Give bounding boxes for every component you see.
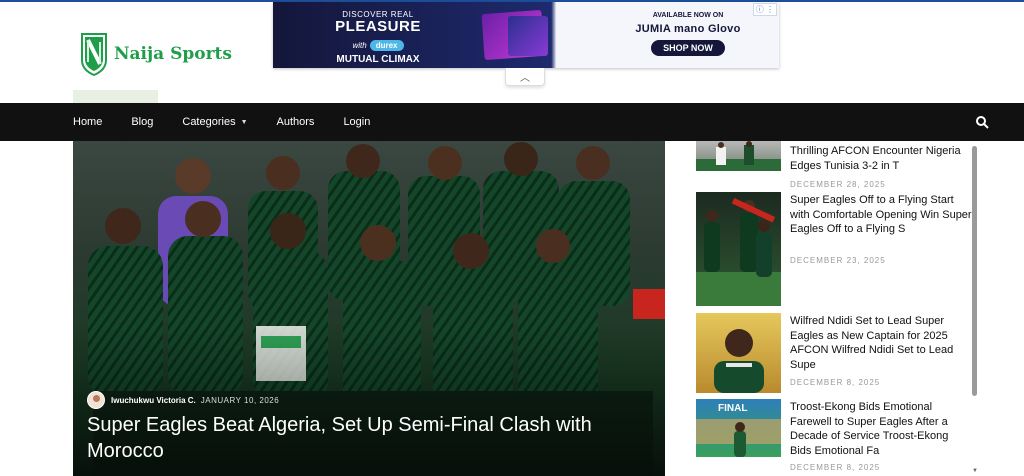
hero-date: JANUARY 10, 2026 [200, 395, 280, 405]
advertisement-banner[interactable]: DISCOVER REAL PLEASURE with durex MUTUAL … [273, 2, 779, 68]
site-name: Naija Sports [114, 44, 232, 64]
sidebar-scrollbar[interactable]: ▼ [971, 141, 979, 476]
ad-left-text: DISCOVER REAL PLEASURE with durex MUTUAL … [313, 10, 443, 65]
sidebar-post-title[interactable]: Super Eagles Off to a Flying Start with … [790, 193, 972, 237]
sidebar-post-title[interactable]: Thrilling AFCON Encounter Nigeria Edges … [790, 144, 972, 173]
featured-article[interactable]: Iwuchukwu Victoria C. JANUARY 10, 2026 S… [73, 141, 665, 476]
scroll-down-arrow-icon[interactable]: ▼ [971, 468, 979, 474]
ad-choices-icon[interactable]: ⓘ ⋮ [752, 3, 777, 16]
sidebar-post-title[interactable]: Troost-Ekong Bids Emotional Farewell to … [790, 400, 972, 458]
sidebar-post-date: DECEMBER 8, 2025 [790, 463, 881, 472]
post-thumbnail[interactable] [696, 313, 781, 393]
post-thumbnail-image: FINAL [696, 403, 781, 457]
thumbnail-final-text: FINAL [718, 403, 747, 414]
nav-item-blog[interactable]: Blog [131, 116, 153, 128]
nav-item-home[interactable]: Home [73, 116, 102, 128]
post-thumbnail[interactable]: FINAL [696, 399, 781, 457]
scrollbar-thumb[interactable] [972, 146, 977, 396]
nav-label: Categories [182, 116, 236, 128]
post-thumbnail[interactable] [696, 192, 781, 306]
ad-collapse-chevron-icon[interactable]: ︿ [505, 68, 545, 86]
ad-with: with [352, 41, 367, 50]
ad-product: MUTUAL CLIMAX [336, 54, 420, 65]
sidebar-post[interactable]: Wilfred Ndidi Set to Lead Super Eagles a… [696, 313, 972, 395]
nav-label: Blog [131, 116, 154, 128]
ad-shop-now-button[interactable]: SHOP NOW [651, 40, 725, 56]
nav-label: Login [343, 116, 371, 128]
nav-item-login[interactable]: Login [343, 116, 370, 128]
sidebar-post[interactable]: Thrilling AFCON Encounter Nigeria Edges … [696, 141, 972, 189]
hero-author[interactable]: Iwuchukwu Victoria C. [111, 396, 196, 405]
nav-item-categories[interactable]: Categories ▼ [182, 116, 247, 128]
ad-product-image-2 [508, 16, 548, 56]
nav-label: Authors [276, 116, 315, 128]
header-accent-tab [73, 90, 158, 103]
hero-title[interactable]: Super Eagles Beat Algeria, Set Up Semi-F… [87, 412, 657, 464]
nav-menu: Home Blog Categories ▼ Authors Login [73, 103, 399, 141]
ad-stores: JUMIA mano Glovo [635, 23, 741, 35]
ad-brand-badge: durex [369, 40, 404, 51]
shield-logo-icon [81, 33, 107, 76]
sidebar-post-date: DECEMBER 23, 2025 [790, 256, 886, 265]
post-thumbnail[interactable] [696, 141, 781, 171]
main-navbar: Home Blog Categories ▼ Authors Login [0, 103, 1024, 141]
ad-headline: PLEASURE [335, 18, 421, 35]
ad-available: AVAILABLE NOW ON [652, 12, 724, 19]
post-thumbnail-image [714, 329, 764, 393]
ad-right-text: AVAILABLE NOW ON JUMIA mano Glovo SHOP N… [603, 12, 773, 56]
post-thumbnail-image [696, 197, 781, 306]
sidebar-post-date: DECEMBER 8, 2025 [790, 378, 881, 387]
hero-meta: Iwuchukwu Victoria C. JANUARY 10, 2026 [87, 391, 279, 409]
sidebar-post[interactable]: FINAL Troost-Ekong Bids Emotional Farewe… [696, 399, 972, 476]
nav-item-authors[interactable]: Authors [277, 116, 315, 128]
author-avatar [87, 391, 105, 409]
recent-posts-sidebar: Thrilling AFCON Encounter Nigeria Edges … [696, 141, 972, 476]
sidebar-post-title[interactable]: Wilfred Ndidi Set to Lead Super Eagles a… [790, 314, 972, 372]
post-thumbnail-image [696, 141, 781, 171]
site-logo[interactable]: Naija Sports [80, 32, 232, 76]
sidebar-post[interactable]: Super Eagles Off to a Flying Start with … [696, 192, 972, 307]
chevron-down-icon: ▼ [240, 118, 248, 126]
search-icon[interactable] [975, 115, 989, 129]
sidebar-post-date: DECEMBER 28, 2025 [790, 180, 886, 189]
site-header: Naija Sports DISCOVER REAL PLEASURE with… [0, 2, 1024, 103]
nav-label: Home [73, 116, 103, 128]
